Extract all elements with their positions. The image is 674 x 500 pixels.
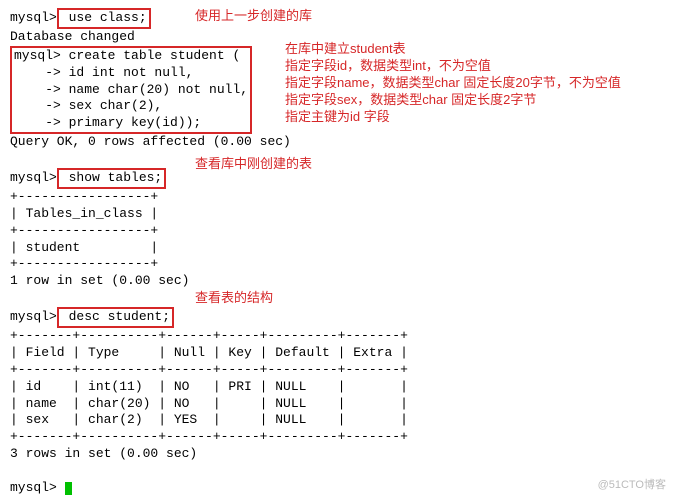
annotation-desc-table: 查看表的结构 bbox=[195, 290, 273, 307]
table-header: | Field | Type | Null | Key | Default | … bbox=[10, 345, 664, 362]
prompt: mysql> bbox=[10, 10, 57, 25]
term-line: 1 row in set (0.00 sec) bbox=[10, 273, 664, 290]
term-line: mysql> show tables; bbox=[10, 168, 664, 189]
prompt: mysql> bbox=[10, 170, 57, 185]
term-line: -> name char(20) not null, bbox=[14, 82, 248, 99]
watermark: @51CTO博客 bbox=[598, 478, 666, 492]
annotation-primary-key: 指定主键为id 字段 bbox=[285, 109, 390, 126]
annotation-use-library: 使用上一步创建的库 bbox=[195, 8, 312, 25]
term-line: mysql> use class; bbox=[10, 8, 664, 29]
table-sep: +-------+----------+------+-----+-------… bbox=[10, 362, 664, 379]
prompt: mysql> bbox=[14, 48, 61, 63]
term-line bbox=[10, 151, 664, 168]
annotation-create-table: 在库中建立student表 bbox=[285, 41, 406, 58]
annotation-sex-field: 指定字段sex，数据类型char 固定长度2字节 bbox=[285, 92, 536, 109]
annotation-show-tables: 查看库中刚创建的表 bbox=[195, 156, 312, 173]
table-row: | name | char(20) | NO | | NULL | | bbox=[10, 396, 664, 413]
cmd-use-class: use class; bbox=[57, 8, 151, 29]
table-header: | Tables_in_class | bbox=[10, 206, 664, 223]
table-sep: +-----------------+ bbox=[10, 189, 664, 206]
term-line: 3 rows in set (0.00 sec) bbox=[10, 446, 664, 463]
table-sep: +-------+----------+------+-----+-------… bbox=[10, 328, 664, 345]
cmd-desc-student: desc student; bbox=[57, 307, 174, 328]
term-line: Query OK, 0 rows affected (0.00 sec) bbox=[10, 134, 664, 151]
table-row: | id | int(11) | NO | PRI | NULL | | bbox=[10, 379, 664, 396]
annotation-id-field: 指定字段id，数据类型int，不为空值 bbox=[285, 58, 491, 75]
table-sep: +-----------------+ bbox=[10, 223, 664, 240]
table-sep: +-----------------+ bbox=[10, 256, 664, 273]
term-line: -> sex char(2), bbox=[14, 98, 248, 115]
term-line: mysql> desc student; bbox=[10, 307, 664, 328]
table-row: | sex | char(2) | YES | | NULL | | bbox=[10, 412, 664, 429]
term-line: mysql> bbox=[10, 480, 664, 497]
annotation-name-field: 指定字段name，数据类型char 固定长度20字节，不为空值 bbox=[285, 75, 621, 92]
cursor-icon[interactable] bbox=[65, 482, 72, 495]
term-line bbox=[10, 463, 664, 480]
term-line: -> primary key(id)); bbox=[14, 115, 248, 132]
prompt: mysql> bbox=[10, 309, 57, 324]
term-line: -> id int not null, bbox=[14, 65, 248, 82]
term-line: mysql> create table student ( bbox=[14, 48, 248, 65]
prompt: mysql> bbox=[10, 480, 57, 495]
table-row: | student | bbox=[10, 240, 664, 257]
term-line bbox=[10, 290, 664, 307]
cmd-show-tables: show tables; bbox=[57, 168, 166, 189]
create-table-block: mysql> create table student ( -> id int … bbox=[10, 46, 252, 134]
table-sep: +-------+----------+------+-----+-------… bbox=[10, 429, 664, 446]
